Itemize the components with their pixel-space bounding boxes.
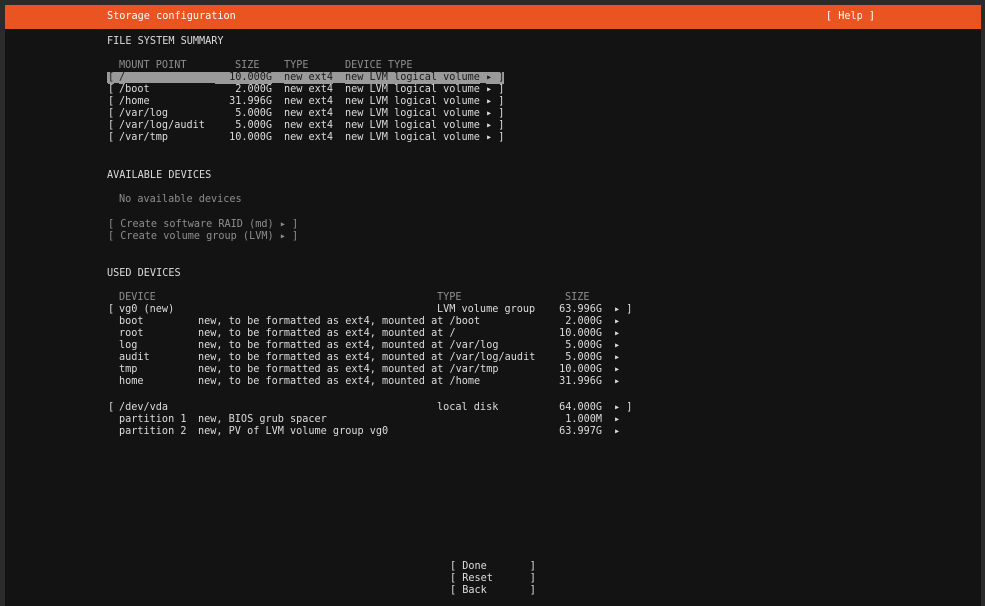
row-open-bracket: [ bbox=[108, 72, 115, 84]
fs-size: 10.000G bbox=[229, 132, 272, 143]
row-menu-arrow: ▸ ] bbox=[486, 120, 505, 131]
child-size: 10.000G bbox=[559, 364, 602, 375]
done-button[interactable]: [ Done ] bbox=[450, 561, 536, 573]
help-button[interactable]: [ Help ] bbox=[826, 11, 875, 22]
create-software-raid-button[interactable]: [ Create software RAID (md) ▸ ] bbox=[108, 219, 298, 231]
fs-col-mount-point: MOUNT POINT bbox=[119, 60, 187, 71]
fs-type: new ext4 bbox=[284, 84, 334, 95]
child-size: 5.000G bbox=[565, 352, 602, 363]
used-col-type: TYPE bbox=[437, 292, 462, 303]
fs-type: new ext4 bbox=[284, 108, 334, 119]
mount-point: /boot bbox=[119, 84, 150, 95]
row-menu-arrow: ▸ ] bbox=[486, 108, 505, 119]
child-size: 5.000G bbox=[565, 340, 602, 351]
child-menu-arrow: ▸ bbox=[614, 328, 621, 339]
child-name: log bbox=[119, 340, 138, 351]
child-menu-arrow: ▸ bbox=[614, 376, 621, 387]
device-menu-arrow: ▸ ] bbox=[614, 402, 633, 413]
child-name: audit bbox=[119, 352, 150, 363]
device-type: local disk bbox=[437, 402, 499, 413]
child-name: boot bbox=[119, 316, 144, 327]
device-type: new LVM logical volume bbox=[345, 132, 480, 143]
child-description: new, BIOS grub spacer bbox=[198, 414, 327, 425]
device-type: new LVM logical volume bbox=[345, 108, 480, 119]
fs-size: 5.000G bbox=[235, 120, 272, 131]
child-menu-arrow: ▸ bbox=[614, 352, 621, 363]
child-description: new, to be formatted as ext4, mounted at… bbox=[198, 376, 481, 387]
child-description: new, to be formatted as ext4, mounted at… bbox=[198, 316, 481, 327]
fs-size: 5.000G bbox=[235, 108, 272, 119]
device-name: vg0 (new) bbox=[119, 304, 175, 315]
child-description: new, to be formatted as ext4, mounted at… bbox=[198, 352, 536, 363]
child-name: partition 1 bbox=[119, 414, 187, 425]
fs-type: new ext4 bbox=[284, 96, 334, 107]
fs-type: new ext4 bbox=[284, 72, 334, 84]
fs-size: 2.000G bbox=[235, 84, 272, 95]
device-menu-arrow: ▸ ] bbox=[614, 304, 633, 315]
mount-point: /var/log bbox=[119, 108, 169, 119]
used-col-size: SIZE bbox=[565, 292, 590, 303]
back-button[interactable]: [ Back ] bbox=[450, 585, 536, 597]
create-volume-group-button[interactable]: [ Create volume group (LVM) ▸ ] bbox=[108, 231, 298, 243]
child-menu-arrow: ▸ bbox=[614, 414, 621, 425]
fs-type: new ext4 bbox=[284, 132, 334, 143]
device-name: /dev/vda bbox=[119, 402, 169, 413]
row-open-bracket: [ bbox=[108, 96, 115, 107]
child-description: new, to be formatted as ext4, mounted at… bbox=[198, 364, 499, 375]
row-menu-arrow: ▸ ] bbox=[486, 132, 505, 143]
child-menu-arrow: ▸ bbox=[614, 316, 621, 327]
device-type: new LVM logical volume bbox=[345, 84, 480, 95]
row-menu-arrow: ▸ ] bbox=[486, 84, 505, 95]
installer-screen: Storage configuration [ Help ] FILE SYST… bbox=[5, 5, 981, 606]
used-devices-heading: USED DEVICES bbox=[107, 268, 181, 279]
device-type: new LVM logical volume bbox=[345, 96, 480, 107]
row-open-bracket: [ bbox=[108, 132, 115, 143]
mount-point: /home bbox=[119, 96, 150, 107]
child-name: partition 2 bbox=[119, 426, 187, 437]
title-bar: Storage configuration [ Help ] bbox=[5, 5, 981, 29]
fs-size: 10.000G bbox=[215, 72, 272, 84]
device-size: 63.996G bbox=[559, 304, 602, 315]
fs-type: new ext4 bbox=[284, 120, 334, 131]
device-row-open-bracket: [ bbox=[108, 402, 115, 413]
child-menu-arrow: ▸ bbox=[614, 426, 621, 437]
fs-col-size: SIZE bbox=[235, 60, 260, 71]
device-row-open-bracket: [ bbox=[108, 304, 115, 315]
fs-col-type: TYPE bbox=[284, 60, 309, 71]
reset-button[interactable]: [ Reset ] bbox=[450, 573, 536, 585]
page-title: Storage configuration bbox=[107, 11, 236, 22]
fs-summary-heading: FILE SYSTEM SUMMARY bbox=[107, 36, 224, 47]
child-size: 1.000M bbox=[565, 414, 602, 425]
device-type: new LVM logical volume bbox=[345, 120, 480, 131]
child-menu-arrow: ▸ bbox=[614, 364, 621, 375]
child-description: new, to be formatted as ext4, mounted at… bbox=[198, 328, 456, 339]
child-size: 31.996G bbox=[559, 376, 602, 387]
child-name: root bbox=[119, 328, 144, 339]
no-available-devices-text: No available devices bbox=[119, 194, 242, 205]
row-menu-arrow: ▸ ] bbox=[486, 72, 505, 84]
device-type: LVM volume group bbox=[437, 304, 536, 315]
mount-point: / bbox=[119, 72, 126, 84]
row-open-bracket: [ bbox=[108, 120, 115, 131]
mount-point: /var/tmp bbox=[119, 132, 169, 143]
fs-col-device-type: DEVICE TYPE bbox=[345, 60, 413, 71]
fs-size: 31.996G bbox=[229, 96, 272, 107]
row-open-bracket: [ bbox=[108, 84, 115, 95]
used-col-device: DEVICE bbox=[119, 292, 156, 303]
child-name: tmp bbox=[119, 364, 138, 375]
child-name: home bbox=[119, 376, 144, 387]
child-size: 63.997G bbox=[559, 426, 602, 437]
child-menu-arrow: ▸ bbox=[614, 340, 621, 351]
child-size: 10.000G bbox=[559, 328, 602, 339]
row-open-bracket: [ bbox=[108, 108, 115, 119]
child-description: new, PV of LVM volume group vg0 bbox=[198, 426, 389, 437]
mount-point: /var/log/audit bbox=[119, 120, 205, 131]
row-menu-arrow: ▸ ] bbox=[486, 96, 505, 107]
available-devices-heading: AVAILABLE DEVICES bbox=[107, 170, 212, 181]
child-size: 2.000G bbox=[565, 316, 602, 327]
device-type: new LVM logical volume bbox=[345, 72, 480, 84]
child-description: new, to be formatted as ext4, mounted at… bbox=[198, 340, 499, 351]
device-size: 64.000G bbox=[559, 402, 602, 413]
